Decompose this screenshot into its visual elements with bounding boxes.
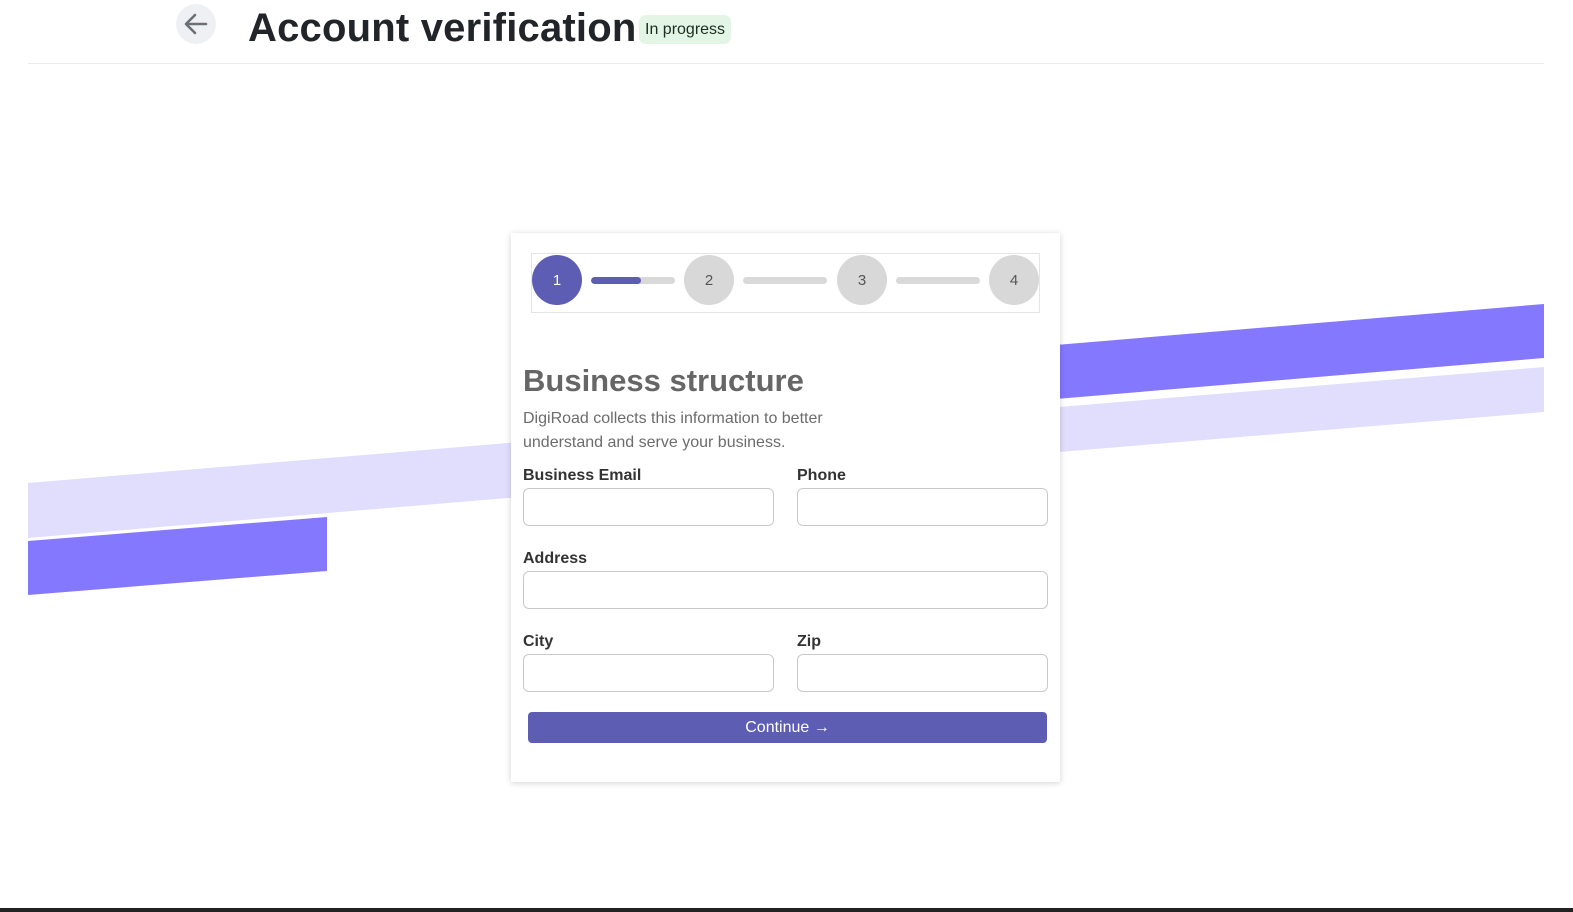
zip-input[interactable]	[797, 654, 1048, 692]
bottom-border	[0, 908, 1573, 912]
page-header: Account verification In progress	[28, 0, 1544, 64]
address-input[interactable]	[523, 571, 1048, 609]
section-title: Business structure	[523, 363, 804, 398]
city-label: City	[523, 633, 554, 650]
back-button[interactable]	[176, 4, 216, 44]
continue-button[interactable]: Continue →	[528, 712, 1047, 743]
address-label: Address	[523, 550, 588, 567]
step-2[interactable]: 2	[684, 255, 734, 305]
step-4[interactable]: 4	[989, 255, 1039, 305]
step-1[interactable]: 1	[532, 255, 582, 305]
step-connector-1	[591, 277, 675, 284]
zip-label: Zip	[797, 633, 821, 650]
city-input[interactable]	[523, 654, 774, 692]
business-email-label: Business Email	[523, 467, 642, 484]
business-email-input[interactable]	[523, 488, 774, 526]
phone-input[interactable]	[797, 488, 1048, 526]
verification-card: 1 2 3 4 Business structure DigiRoad coll…	[511, 233, 1060, 782]
step-connector-3	[896, 277, 980, 284]
arrow-left-icon	[184, 13, 208, 35]
step-connector-1-fill	[591, 277, 642, 284]
status-badge: In progress	[639, 15, 732, 44]
step-connector-2	[743, 277, 827, 284]
progress-stepper: 1 2 3 4	[531, 253, 1040, 313]
step-3[interactable]: 3	[837, 255, 887, 305]
section-description: DigiRoad collects this information to be…	[523, 410, 823, 451]
page-title: Account verification	[248, 6, 637, 50]
phone-label: Phone	[797, 467, 846, 484]
